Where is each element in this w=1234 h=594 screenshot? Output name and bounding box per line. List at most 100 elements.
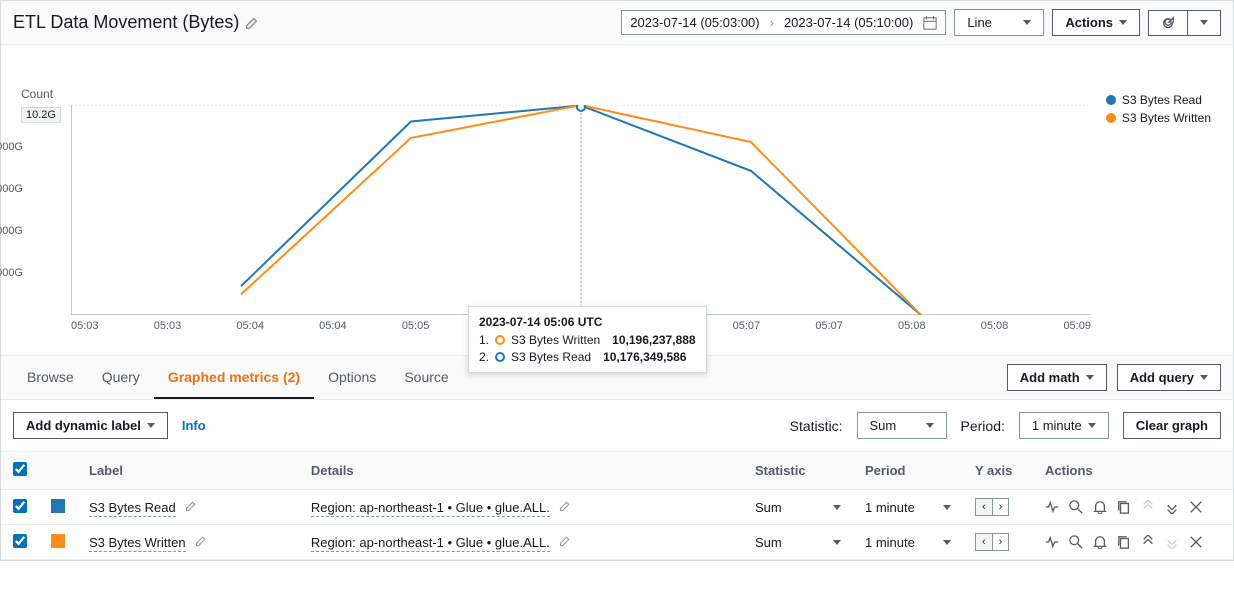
tab-browse[interactable]: Browse <box>13 357 88 399</box>
close-icon[interactable] <box>1189 500 1203 514</box>
statistic-select[interactable]: Sum <box>857 412 947 439</box>
tooltip-title: 2023-07-14 05:06 UTC <box>479 315 696 329</box>
move-up-icon[interactable] <box>1141 535 1155 549</box>
date-range-picker[interactable]: 2023-07-14 (05:03:00) › 2023-07-14 (05:1… <box>621 10 946 35</box>
bell-icon[interactable] <box>1093 500 1107 514</box>
statistic-label: Statistic: <box>790 418 843 434</box>
x-tick: 05:08 <box>898 320 926 332</box>
y-axis-toggle[interactable]: ‹› <box>975 498 1009 516</box>
chart-type-value: Line <box>967 15 992 30</box>
clear-graph-button[interactable]: Clear graph <box>1123 412 1221 439</box>
copy-icon[interactable] <box>1117 500 1131 514</box>
row-label[interactable]: S3 Bytes Written <box>89 535 186 552</box>
close-icon[interactable] <box>1189 535 1203 549</box>
tab-options[interactable]: Options <box>314 357 390 399</box>
move-down-icon[interactable] <box>1165 500 1179 514</box>
add-math-button[interactable]: Add math <box>1007 364 1107 391</box>
add-query-label: Add query <box>1130 370 1194 385</box>
hover-point-read <box>577 105 585 111</box>
tooltip-label: S3 Bytes Read <box>511 350 591 364</box>
x-tick: 05:07 <box>815 320 843 332</box>
row-details[interactable]: Region: ap-northeast-1 • Glue • glue.ALL… <box>311 535 550 552</box>
tooltip-index: 1. <box>479 333 489 347</box>
x-tick: 05:08 <box>981 320 1009 332</box>
row-checkbox[interactable] <box>13 499 27 513</box>
tab-query[interactable]: Query <box>88 357 154 399</box>
pencil-icon[interactable] <box>195 535 207 547</box>
y-tick: 8.000G <box>0 141 23 153</box>
add-dynamic-label-button[interactable]: Add dynamic label <box>13 412 168 439</box>
row-label[interactable]: S3 Bytes Read <box>89 500 176 517</box>
legend-item[interactable]: S3 Bytes Read <box>1106 93 1211 107</box>
row-statistic-select[interactable]: Sum <box>755 500 841 515</box>
x-tick: 05:07 <box>733 320 761 332</box>
chart-tooltip: 2023-07-14 05:06 UTC 1. S3 Bytes Written… <box>468 306 707 373</box>
date-start: 2023-07-14 (05:03:00) <box>630 15 759 30</box>
row-period-select[interactable]: 1 minute <box>865 535 951 550</box>
row-checkbox[interactable] <box>13 534 27 548</box>
caret-down-icon <box>1200 20 1208 25</box>
y-axis-left[interactable]: ‹ <box>976 534 993 550</box>
plot-surface[interactable] <box>71 105 1091 315</box>
select-all-checkbox[interactable] <box>13 462 27 476</box>
table-header-row: Label Details Statistic Period Y axis Ac… <box>1 452 1233 490</box>
row-statistic-select[interactable]: Sum <box>755 535 841 550</box>
chevron-right-icon: › <box>770 15 774 30</box>
move-up-icon <box>1141 500 1155 514</box>
caret-down-icon <box>943 505 951 510</box>
bell-icon[interactable] <box>1093 535 1107 549</box>
tooltip-label: S3 Bytes Written <box>511 333 600 347</box>
row-period-value: 1 minute <box>865 535 915 550</box>
row-details[interactable]: Region: ap-northeast-1 • Glue • glue.ALL… <box>311 500 550 517</box>
info-link[interactable]: Info <box>182 418 206 433</box>
refresh-dropdown-button[interactable] <box>1188 10 1221 36</box>
y-axis-left[interactable]: ‹ <box>976 499 993 515</box>
col-label: Label <box>77 452 299 490</box>
search-icon[interactable] <box>1069 500 1083 514</box>
row-period-select[interactable]: 1 minute <box>865 500 951 515</box>
refresh-icon <box>1161 16 1175 30</box>
actions-label: Actions <box>1065 15 1113 30</box>
caret-down-icon <box>1088 423 1096 428</box>
table-row: S3 Bytes Written Region: ap-northeast-1 … <box>1 525 1233 560</box>
page-title: ETL Data Movement (Bytes) <box>13 12 239 33</box>
table-row: S3 Bytes Read Region: ap-northeast-1 • G… <box>1 490 1233 525</box>
y-max-badge: 10.2G <box>21 107 61 123</box>
pencil-icon[interactable] <box>245 16 259 30</box>
caret-down-icon <box>833 505 841 510</box>
calendar-icon <box>923 16 937 30</box>
y-axis-right[interactable]: › <box>993 534 1009 550</box>
period-value: 1 minute <box>1032 418 1082 433</box>
pencil-icon[interactable] <box>559 500 571 512</box>
x-tick: 05:03 <box>154 320 182 332</box>
x-tick: 05:05 <box>402 320 430 332</box>
row-statistic-value: Sum <box>755 500 782 515</box>
header-bar: ETL Data Movement (Bytes) 2023-07-14 (05… <box>1 1 1233 45</box>
chart-type-select[interactable]: Line <box>954 9 1044 36</box>
app-root: ETL Data Movement (Bytes) 2023-07-14 (05… <box>0 0 1234 561</box>
pulse-icon[interactable] <box>1045 500 1059 514</box>
legend-item[interactable]: S3 Bytes Written <box>1106 111 1211 125</box>
series-color-icon[interactable] <box>51 499 65 513</box>
add-query-button[interactable]: Add query <box>1117 364 1221 391</box>
col-actions: Actions <box>1033 452 1233 490</box>
series-color-icon[interactable] <box>51 534 65 548</box>
period-select[interactable]: 1 minute <box>1019 412 1109 439</box>
y-tick: 4.000G <box>0 225 23 237</box>
caret-down-icon <box>926 423 934 428</box>
search-icon[interactable] <box>1069 535 1083 549</box>
refresh-button[interactable] <box>1148 10 1188 36</box>
caret-down-icon <box>147 423 155 428</box>
tab-graphed-metrics-[interactable]: Graphed metrics (2) <box>154 357 314 399</box>
pulse-icon[interactable] <box>1045 535 1059 549</box>
col-statistic: Statistic <box>743 452 853 490</box>
metrics-table: Label Details Statistic Period Y axis Ac… <box>1 451 1233 560</box>
period-label: Period: <box>961 418 1005 434</box>
actions-button[interactable]: Actions <box>1052 9 1140 36</box>
copy-icon[interactable] <box>1117 535 1131 549</box>
pencil-icon[interactable] <box>185 500 197 512</box>
y-axis-right[interactable]: › <box>993 499 1009 515</box>
pencil-icon[interactable] <box>559 535 571 547</box>
tab-source[interactable]: Source <box>390 357 462 399</box>
y-axis-toggle[interactable]: ‹› <box>975 533 1009 551</box>
